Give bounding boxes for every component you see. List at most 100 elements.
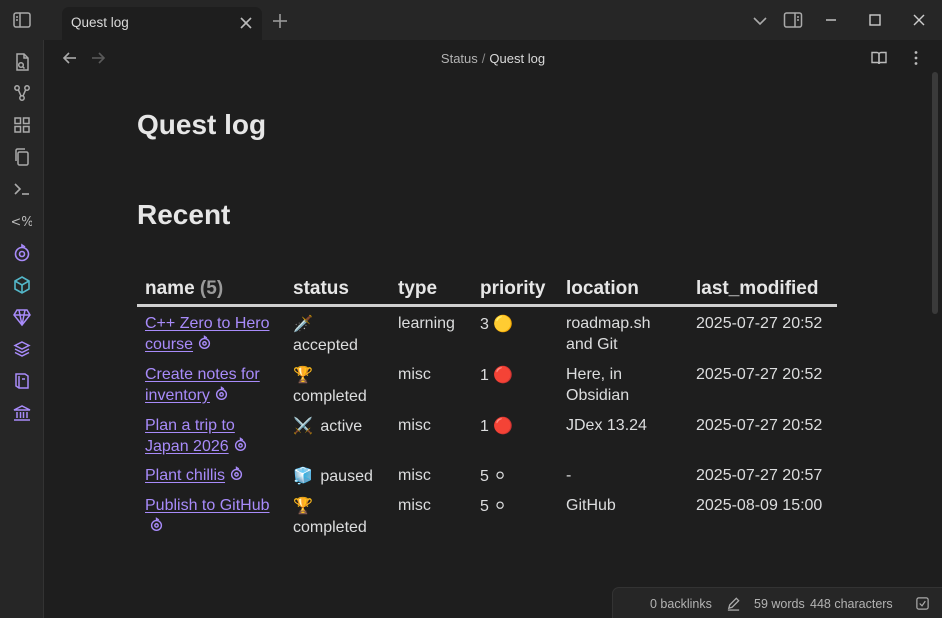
cell-type: misc xyxy=(398,417,431,434)
cell-location: GitHub xyxy=(566,497,616,514)
cell-location: Here, in Obsidian xyxy=(566,366,630,404)
table-row: Plan a trip to Japan 2026 ⚔️ active misc 1 … xyxy=(137,409,837,459)
note-link[interactable]: Plant chillis xyxy=(145,467,225,484)
column-header-name[interactable]: name (5) xyxy=(137,273,285,307)
cell-name: Create notes for inventory xyxy=(137,358,285,409)
cube-icon[interactable] xyxy=(12,275,32,295)
cell-name: Plan a trip to Japan 2026 xyxy=(137,409,285,459)
plus-icon[interactable] xyxy=(271,12,289,30)
priority-emoji: ⚪ xyxy=(493,496,507,515)
sync-check-icon[interactable] xyxy=(915,596,930,611)
goal-icon[interactable] xyxy=(233,437,248,452)
minimize-icon[interactable] xyxy=(822,11,840,29)
bank-icon[interactable] xyxy=(12,403,32,423)
breadcrumb-separator: / xyxy=(481,51,486,66)
page-title: Quest log xyxy=(137,109,267,140)
goal-icon[interactable] xyxy=(197,335,212,350)
cell-name: C++ Zero to Hero course xyxy=(137,306,285,359)
breadcrumb-current[interactable]: Quest log xyxy=(489,51,545,66)
table-header-row: name (5) status type priority location l… xyxy=(137,273,837,307)
priority-emoji: ⚪ xyxy=(493,466,507,485)
pencil-icon[interactable] xyxy=(726,596,741,611)
goal-icon[interactable] xyxy=(12,243,32,263)
window-close-icon[interactable] xyxy=(910,11,928,29)
status-text: accepted xyxy=(293,337,358,354)
backlinks-count[interactable]: 0 backlinks xyxy=(650,597,712,611)
status-emoji: 🏆 xyxy=(293,365,313,384)
priority-value: 3 xyxy=(480,316,489,333)
goal-icon[interactable] xyxy=(214,386,229,401)
status-emoji: ⚔️ xyxy=(293,416,313,435)
layers-icon[interactable] xyxy=(12,339,32,359)
cell-priority: 5 ⚪ xyxy=(472,459,558,489)
terminal-icon[interactable] xyxy=(12,179,32,199)
title-bar: Quest log xyxy=(0,0,942,40)
table-row: C++ Zero to Hero course 🗡️ accepted learni… xyxy=(137,306,837,359)
split-view-icon[interactable] xyxy=(783,11,803,29)
chevron-down-icon[interactable] xyxy=(751,12,769,30)
cell-status: 🗡️ accepted xyxy=(285,306,390,359)
grid-icon[interactable] xyxy=(12,115,32,135)
word-count: 59 words xyxy=(754,597,805,611)
close-icon[interactable] xyxy=(238,15,254,31)
status-text: paused xyxy=(320,468,373,485)
tab-title: Quest log xyxy=(71,15,129,30)
goal-icon[interactable] xyxy=(149,517,164,532)
priority-value: 1 xyxy=(480,418,489,435)
priority-value: 5 xyxy=(480,498,489,515)
column-header-last-modified[interactable]: last_modified xyxy=(688,273,837,307)
cell-type: learning xyxy=(398,315,455,332)
priority-emoji: 🔴 xyxy=(493,416,514,435)
row-count: (5) xyxy=(199,278,224,299)
cell-priority: 1 🔴 xyxy=(472,358,558,409)
status-text: completed xyxy=(293,388,367,405)
status-emoji: 🗡️ xyxy=(293,314,313,333)
cell-last-modified: 2025-07-27 20:57 xyxy=(696,467,823,484)
sidebar-toggle-icon[interactable] xyxy=(12,10,32,30)
priority-value: 5 xyxy=(480,468,489,485)
book-icon[interactable] xyxy=(12,371,32,391)
cell-name: Plant chillis xyxy=(137,459,285,489)
breadcrumb: Status / Quest log xyxy=(0,51,942,66)
ribbon: <% xyxy=(0,40,44,618)
note-link[interactable]: Plan a trip to Japan 2026 xyxy=(145,417,235,455)
cell-name: Publish to GitHub xyxy=(137,489,285,540)
column-label-name: name xyxy=(145,278,195,299)
cell-status: 🏆 completed xyxy=(285,358,390,409)
column-header-priority[interactable]: priority xyxy=(472,273,558,307)
maximize-icon[interactable] xyxy=(866,11,884,29)
cell-last-modified: 2025-07-27 20:52 xyxy=(696,417,823,434)
note-link[interactable]: Publish to GitHub xyxy=(145,497,270,514)
tab-quest-log[interactable]: Quest log xyxy=(62,7,262,40)
cell-status: ⚔️ active xyxy=(285,409,390,459)
cell-status: 🧊 paused xyxy=(285,459,390,489)
table-row: Plant chillis 🧊 paused misc 5 ⚪ -2025-07-27 … xyxy=(137,459,837,489)
cell-type: misc xyxy=(398,497,431,514)
column-header-location[interactable]: location xyxy=(558,273,688,307)
status-emoji: 🧊 xyxy=(293,466,313,485)
status-text: active xyxy=(320,418,363,435)
cell-status: 🏆 completed xyxy=(285,489,390,540)
column-header-status[interactable]: status xyxy=(285,273,390,307)
cell-priority: 5 ⚪ xyxy=(472,489,558,540)
graph-icon[interactable] xyxy=(12,83,32,103)
note-link[interactable]: Create notes for inventory xyxy=(145,366,260,404)
column-header-type[interactable]: type xyxy=(390,273,472,307)
gem-icon[interactable] xyxy=(12,307,32,327)
goal-icon[interactable] xyxy=(229,466,244,481)
cell-type: misc xyxy=(398,366,431,383)
template-icon[interactable]: <% xyxy=(12,211,32,231)
cell-location: - xyxy=(566,467,572,484)
cell-last-modified: 2025-07-27 20:52 xyxy=(696,366,823,383)
scrollbar[interactable] xyxy=(932,72,938,314)
character-count: 448 characters xyxy=(810,597,893,611)
copy-icon[interactable] xyxy=(12,147,32,167)
cell-priority: 3 🟡 xyxy=(472,306,558,359)
cell-location: JDex 13.24 xyxy=(566,417,647,434)
priority-emoji: 🟡 xyxy=(493,314,514,333)
breadcrumb-parent[interactable]: Status xyxy=(441,51,478,66)
priority-emoji: 🔴 xyxy=(493,365,514,384)
more-options-icon[interactable] xyxy=(907,49,925,67)
book-open-icon[interactable] xyxy=(870,49,888,67)
status-emoji: 🏆 xyxy=(293,496,313,515)
